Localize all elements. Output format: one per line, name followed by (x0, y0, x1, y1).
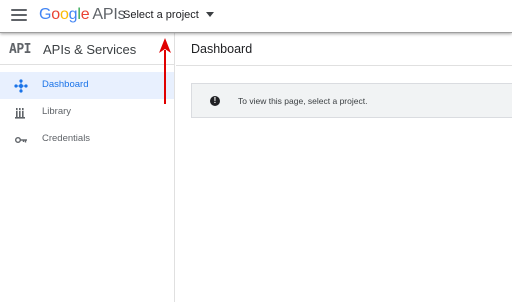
info-icon: ! (210, 96, 220, 106)
page-title: Dashboard (191, 42, 253, 56)
library-icon (15, 108, 25, 119)
info-banner: ! To view this page, select a project. (191, 83, 512, 118)
sidebar-title: APIs & Services (43, 42, 137, 57)
sidebar-item-library[interactable]: Library (0, 99, 174, 126)
sidebar: API APIs & Services Dashboard Library Cr… (0, 33, 175, 302)
top-app-bar: Google APIs Select a project (0, 0, 512, 33)
sidebar-item-label: Dashboard (42, 79, 89, 90)
annotation-arrow-icon (159, 38, 171, 104)
project-selector[interactable]: Select a project (123, 9, 214, 21)
sidebar-nav: Dashboard Library Credentials (0, 72, 174, 153)
key-icon (15, 136, 27, 143)
sidebar-header: API APIs & Services (0, 33, 175, 65)
sidebar-item-label: Credentials (42, 133, 91, 144)
menu-icon[interactable] (11, 9, 27, 23)
main-content: Dashboard ! To view this page, select a … (176, 33, 512, 302)
dashboard-icon (14, 79, 28, 93)
project-selector-label: Select a project (123, 9, 199, 21)
google-apis-logo[interactable]: Google APIs (39, 6, 126, 24)
sidebar-item-credentials[interactable]: Credentials (0, 126, 174, 153)
sidebar-item-label: Library (42, 106, 72, 117)
info-message: To view this page, select a project. (238, 96, 368, 106)
apis-wordmark: APIs (92, 6, 126, 23)
caret-down-icon (205, 11, 214, 17)
google-wordmark: Google (39, 6, 90, 23)
page-header: Dashboard (176, 33, 512, 66)
api-logo-icon: API (9, 42, 31, 57)
sidebar-item-dashboard[interactable]: Dashboard (0, 72, 174, 99)
